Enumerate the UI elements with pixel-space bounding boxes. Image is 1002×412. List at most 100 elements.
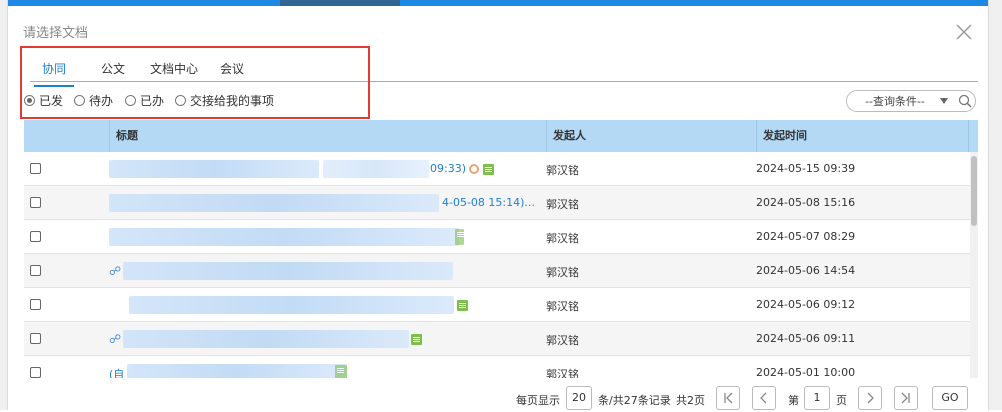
first-page-button[interactable] [716, 386, 740, 410]
row-time: 2024-05-07 08:29 [756, 230, 856, 243]
page-prefix: 第 [788, 394, 799, 407]
row-time: 2024-05-06 09:11 [756, 332, 856, 345]
redacted-title [123, 330, 409, 348]
search-icon[interactable] [958, 94, 972, 108]
header-checkbox-column [24, 120, 109, 152]
radio-label: 已办 [140, 94, 165, 108]
pagination: 每页显示 20 条/共27条记录 共2页 第 1 页 GO [8, 386, 988, 410]
background-left [0, 0, 8, 410]
radio-dot [125, 95, 136, 106]
radio-dot [175, 95, 186, 106]
redacted-title [323, 160, 429, 178]
query-condition-label: --查询条件-- [865, 95, 925, 108]
row-title[interactable]: 4-05-08 15:14)... [109, 186, 543, 220]
row-checkbox[interactable] [30, 163, 41, 174]
radio-label: 已发 [39, 94, 64, 108]
title-text: 4-05-08 15:14)... [442, 196, 535, 209]
column-header-title[interactable]: 标题 [109, 120, 546, 152]
document-table: 标题 发起人 发起时间 09:33) 郭汉铭 2024-05-15 09:39 … [24, 120, 978, 378]
row-title[interactable]: 09:33) [109, 152, 543, 186]
row-sender: 郭汉铭 [546, 266, 579, 279]
row-checkbox[interactable] [30, 265, 41, 276]
chevron-left-icon [760, 392, 767, 404]
tab-document-center[interactable]: 文档中心 [150, 60, 198, 77]
row-sender: 郭汉铭 [546, 368, 579, 378]
background-right [988, 0, 1002, 410]
close-button[interactable] [954, 22, 974, 42]
filter-pending-radio[interactable]: 待办 [74, 92, 113, 109]
next-page-button[interactable] [858, 386, 882, 410]
go-button[interactable]: GO [932, 386, 968, 410]
redacted-title [109, 160, 319, 178]
table-row[interactable]: 4-05-08 15:14)... 郭汉铭 2024-05-08 15:16 [24, 186, 970, 220]
radio-dot [74, 95, 85, 106]
row-time: 2024-05-15 09:39 [756, 162, 856, 175]
attachment-icon [469, 164, 479, 174]
row-checkbox[interactable] [30, 231, 41, 242]
table-row[interactable]: 郭汉铭 2024-05-06 09:12 [24, 288, 970, 322]
row-checkbox[interactable] [30, 367, 41, 378]
filter-sent-radio[interactable]: 已发 [24, 92, 63, 109]
row-title[interactable] [109, 220, 543, 254]
row-checkbox[interactable] [30, 299, 41, 310]
radio-label: 待办 [89, 94, 114, 108]
per-page-input[interactable]: 20 [566, 386, 592, 410]
column-header-time[interactable]: 发起时间 [756, 120, 968, 152]
close-icon [956, 24, 972, 40]
document-icon [483, 164, 494, 175]
redacted-title [127, 364, 347, 378]
last-page-button[interactable] [894, 386, 918, 410]
row-time: 2024-05-01 10:00 [756, 366, 856, 378]
row-time: 2024-05-06 14:54 [756, 264, 856, 277]
row-checkbox[interactable] [30, 333, 41, 344]
column-header-sender[interactable]: 发起人 [546, 120, 756, 152]
row-title[interactable]: ☍ [109, 254, 543, 288]
redacted-title [109, 228, 459, 246]
header-spacer [968, 120, 978, 152]
tab-collaboration[interactable]: 协同 [33, 60, 75, 87]
table-row[interactable]: ☍ 郭汉铭 2024-05-06 14:54 [24, 254, 970, 288]
tab-meeting[interactable]: 会议 [220, 60, 244, 77]
chevron-right-icon [867, 392, 874, 404]
tab-official-document[interactable]: 公文 [101, 60, 125, 77]
redacted-title [129, 296, 454, 314]
row-title[interactable]: (自 [109, 356, 543, 378]
table-header: 标题 发起人 发起时间 [24, 120, 978, 152]
row-time: 2024-05-08 15:16 [756, 196, 856, 209]
filter-handover-radio[interactable]: 交接给我的事项 [175, 92, 274, 109]
dialog-title: 请选择文档 [23, 26, 89, 41]
page-number-input[interactable]: 1 [804, 386, 830, 410]
caret-down-icon [940, 98, 948, 104]
row-time: 2024-05-06 09:12 [756, 298, 856, 311]
table-scrollbar[interactable] [970, 152, 978, 378]
title-text: (自 [109, 368, 125, 378]
tab-bar: 协同 公文 文档中心 会议 [30, 56, 978, 87]
row-checkbox[interactable] [30, 197, 41, 208]
table-row[interactable]: (自 郭汉铭 2024-05-01 10:00 [24, 356, 970, 378]
row-sender: 郭汉铭 [546, 232, 579, 245]
first-page-icon [724, 392, 733, 404]
document-icon [335, 365, 347, 378]
radio-label: 交接给我的事项 [190, 94, 275, 108]
redacted-title [109, 194, 439, 212]
redacted-title [123, 262, 453, 280]
document-icon [411, 334, 422, 345]
query-condition-select[interactable]: --查询条件-- [846, 90, 976, 112]
scrollbar-thumb[interactable] [971, 156, 977, 226]
meeting-icon: ☍ [109, 332, 122, 346]
total-records-text: 条/共27条记录 [598, 394, 671, 407]
table-row[interactable]: 09:33) 郭汉铭 2024-05-15 09:39 [24, 152, 970, 186]
previous-page-button[interactable] [752, 386, 776, 410]
table-row[interactable]: ☍ 郭汉铭 2024-05-06 09:11 [24, 322, 970, 356]
document-icon [457, 300, 468, 311]
row-sender: 郭汉铭 [546, 300, 579, 313]
table-row[interactable]: 郭汉铭 2024-05-07 08:29 [24, 220, 970, 254]
filter-done-radio[interactable]: 已办 [125, 92, 164, 109]
row-title[interactable]: ☍ [109, 322, 543, 356]
title-text: 09:33) [430, 162, 466, 175]
row-sender: 郭汉铭 [546, 164, 579, 177]
per-page-label: 每页显示 [516, 394, 560, 407]
document-icon [455, 229, 464, 245]
row-sender: 郭汉铭 [546, 334, 579, 347]
row-title[interactable] [109, 288, 543, 322]
